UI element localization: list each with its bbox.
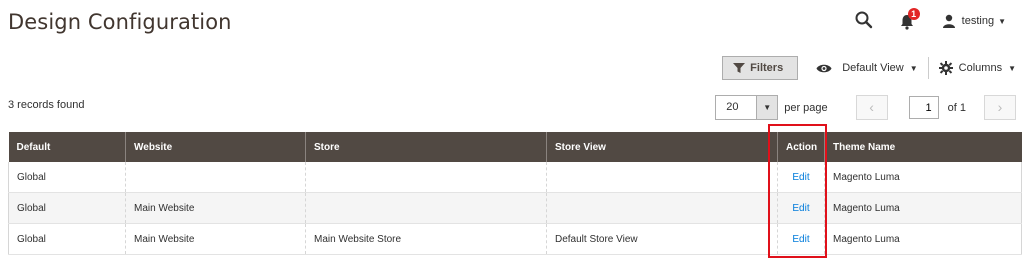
cell-website <box>125 162 306 193</box>
cell-website: Main Website <box>125 223 306 255</box>
records-found: 3 records found <box>8 99 85 111</box>
filters-label: Filters <box>750 62 784 74</box>
view-dropdown[interactable]: Default View ▼ <box>816 62 918 74</box>
cell-store-view <box>546 162 778 193</box>
cell-theme-name: Magento Luma <box>824 192 1022 224</box>
per-page-label: per page <box>784 101 828 114</box>
cell-store-view <box>546 192 778 224</box>
grid-header-row: Default Website Store Store View Action … <box>8 132 1022 162</box>
previous-page-button[interactable]: ‹ <box>855 95 888 120</box>
table-row: Global Edit Magento Luma <box>8 162 1022 193</box>
columns-label: Columns <box>958 62 1003 74</box>
chevron-down-icon: ▼ <box>756 96 778 119</box>
chevron-down-icon: ▼ <box>998 16 1006 26</box>
view-label: Default View <box>842 62 904 74</box>
table-row: Global Main Website Main Website Store D… <box>8 223 1022 255</box>
table-row: Global Main Website Edit Magento Luma <box>8 192 1022 224</box>
cell-theme-name: Magento Luma <box>824 162 1022 193</box>
per-page-select[interactable]: 20 ▼ <box>715 95 779 120</box>
column-header-store[interactable]: Store <box>305 132 547 162</box>
cell-action: Edit <box>777 162 825 193</box>
filters-button[interactable]: Filters <box>722 56 799 80</box>
design-config-grid: Default Website Store Store View Action … <box>8 132 1022 255</box>
page-number-input[interactable] <box>908 96 939 119</box>
columns-dropdown[interactable]: Columns ▼ <box>938 61 1016 75</box>
edit-link[interactable]: Edit <box>792 172 809 183</box>
toolbar-divider <box>927 57 929 79</box>
column-header-website[interactable]: Website <box>125 132 306 162</box>
cell-default: Global <box>8 223 126 255</box>
cell-theme-name: Magento Luma <box>824 223 1022 255</box>
cell-action: Edit <box>777 192 825 224</box>
column-header-action: Action <box>777 132 825 162</box>
total-pages-label: of 1 <box>947 101 966 114</box>
page-title: Design Configuration <box>8 10 232 34</box>
cell-store-view: Default Store View <box>546 223 778 255</box>
user-menu[interactable]: testing ▼ <box>942 14 1006 28</box>
user-name: testing <box>961 15 995 27</box>
filter-icon <box>733 63 746 73</box>
cell-store <box>305 162 547 193</box>
cell-default: Global <box>8 162 126 193</box>
user-icon <box>942 14 955 28</box>
gear-icon <box>938 61 953 75</box>
column-header-theme-name[interactable]: Theme Name <box>824 132 1022 162</box>
edit-link[interactable]: Edit <box>792 203 809 214</box>
chevron-down-icon: ▼ <box>1008 63 1016 73</box>
grid-toolbar: Filters Default View ▼ Columns ▼ <box>722 56 1016 80</box>
header-actions: 1 testing ▼ <box>854 8 1006 32</box>
eye-icon <box>816 64 832 72</box>
cell-store: Main Website Store <box>305 223 547 255</box>
per-page-value: 20 <box>726 101 739 113</box>
pager: 20 ▼ per page ‹ of 1 › <box>715 95 1016 120</box>
column-header-store-view[interactable]: Store View <box>546 132 778 162</box>
cell-website: Main Website <box>125 192 306 224</box>
search-icon[interactable] <box>854 10 876 32</box>
notification-badge: 1 <box>907 8 920 20</box>
notifications-button[interactable]: 1 <box>898 8 920 32</box>
chevron-down-icon: ▼ <box>909 63 918 73</box>
edit-link[interactable]: Edit <box>792 234 809 245</box>
cell-store <box>305 192 547 224</box>
cell-default: Global <box>8 192 126 224</box>
next-page-button[interactable]: › <box>984 95 1016 120</box>
cell-action: Edit <box>777 223 825 255</box>
column-header-default[interactable]: Default <box>8 132 126 162</box>
